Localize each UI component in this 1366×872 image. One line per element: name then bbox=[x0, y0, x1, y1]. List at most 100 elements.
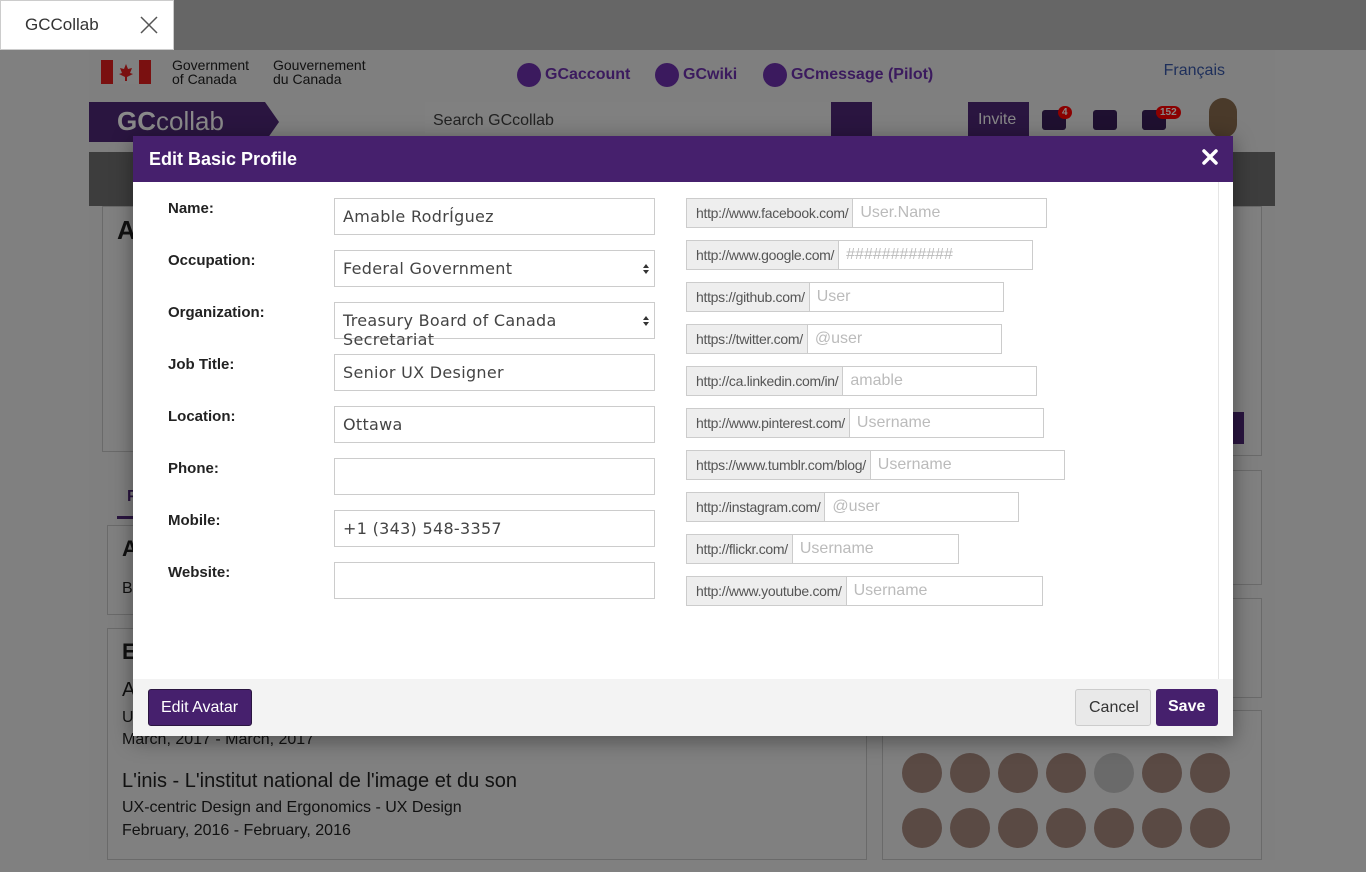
social-url-prefix: http://www.pinterest.com/ bbox=[686, 408, 849, 438]
social-link-row: http://ca.linkedin.com/in/amable bbox=[686, 366, 1038, 396]
field-value: +1 (343) 548-3357 bbox=[343, 519, 502, 538]
colleagues-icon[interactable]: 4 bbox=[1042, 106, 1072, 130]
text-input[interactable]: Ottawa bbox=[334, 406, 655, 443]
education-title: L'inis - L'institut national de l'image … bbox=[122, 770, 518, 792]
tool-gcmessage[interactable]: GCmessage (Pilot) bbox=[763, 63, 933, 87]
colleague-avatar[interactable] bbox=[950, 753, 990, 793]
social-handle-input[interactable]: User bbox=[808, 282, 1004, 312]
colleague-avatar[interactable] bbox=[902, 808, 942, 848]
modal-title: Edit Basic Profile bbox=[149, 149, 298, 169]
social-link-row: http://www.youtube.com/Username bbox=[686, 576, 1043, 606]
mail-icon[interactable] bbox=[1093, 110, 1117, 130]
social-handle-input[interactable]: User.Name bbox=[852, 198, 1048, 228]
bell-icon[interactable]: 152 bbox=[1142, 106, 1181, 130]
gcmessage-logo-icon bbox=[763, 63, 787, 87]
gov-name-en: Government of Canada bbox=[172, 57, 250, 87]
colleague-avatar[interactable] bbox=[1142, 808, 1182, 848]
field-label: Name: bbox=[168, 200, 214, 217]
colleague-avatar[interactable] bbox=[950, 808, 990, 848]
save-button[interactable]: Save bbox=[1156, 689, 1218, 726]
social-link-row: http://flickr.com/Username bbox=[686, 534, 959, 564]
social-handle-input[interactable]: Username bbox=[791, 534, 959, 564]
gcwiki-logo-icon bbox=[655, 63, 679, 87]
social-url-prefix: https://twitter.com/ bbox=[686, 324, 807, 354]
invite-button[interactable]: Invite bbox=[968, 102, 1029, 137]
modal-footer: Edit Avatar Cancel Save bbox=[133, 679, 1233, 736]
colleague-avatar[interactable] bbox=[998, 808, 1038, 848]
colleague-avatar[interactable] bbox=[1142, 753, 1182, 793]
browser-tab-bar: GCCollab bbox=[0, 0, 1366, 50]
social-link-row: http://instagram.com/@user bbox=[686, 492, 1020, 522]
social-url-prefix: http://www.google.com/ bbox=[686, 240, 839, 270]
social-handle-input[interactable]: @user bbox=[824, 492, 1020, 522]
tool-gcaccount[interactable]: GCaccount bbox=[517, 63, 630, 87]
select-arrows-icon bbox=[643, 264, 649, 274]
browser-tab[interactable]: GCCollab bbox=[0, 0, 174, 50]
field-value: Treasury Board of Canada Secretariat bbox=[343, 311, 557, 349]
field-value: Ottawa bbox=[343, 415, 403, 434]
social-handle-input[interactable]: amable bbox=[842, 366, 1038, 396]
social-url-prefix: http://instagram.com/ bbox=[686, 492, 825, 522]
select-arrows-icon bbox=[643, 316, 649, 326]
colleague-badge: 4 bbox=[1058, 106, 1072, 119]
edit-profile-modal: Edit Basic Profile Name: Amable RodrÍguez… bbox=[133, 136, 1233, 736]
colleague-avatar[interactable] bbox=[1094, 753, 1134, 793]
social-url-prefix: https://github.com/ bbox=[686, 282, 809, 312]
notification-badge: 152 bbox=[1156, 106, 1181, 119]
social-handle-input[interactable]: @user bbox=[806, 324, 1002, 354]
tool-gcwiki[interactable]: GCwiki bbox=[655, 63, 737, 87]
text-input[interactable] bbox=[334, 562, 655, 599]
social-link-row: https://twitter.com/@user bbox=[686, 324, 1002, 354]
field-label: Mobile: bbox=[168, 512, 221, 529]
education-dates: February, 2016 - February, 2016 bbox=[122, 822, 351, 839]
user-avatar[interactable] bbox=[1209, 98, 1237, 138]
social-handle-input[interactable]: Username bbox=[845, 576, 1043, 606]
text-input[interactable]: Amable RodrÍguez bbox=[334, 198, 655, 235]
close-icon[interactable] bbox=[139, 15, 159, 35]
search-button[interactable] bbox=[831, 102, 872, 138]
cancel-button[interactable]: Cancel bbox=[1075, 689, 1151, 726]
text-input[interactable] bbox=[334, 458, 655, 495]
social-url-prefix: http://ca.linkedin.com/in/ bbox=[686, 366, 843, 396]
language-toggle[interactable]: Français bbox=[1164, 62, 1225, 80]
colleague-avatar[interactable] bbox=[1046, 808, 1086, 848]
social-link-row: http://www.google.com/############ bbox=[686, 240, 1034, 270]
field-label: Occupation: bbox=[168, 252, 256, 269]
gov-name-fr: Gouvernement du Canada bbox=[273, 57, 366, 87]
social-handle-input[interactable]: Username bbox=[848, 408, 1044, 438]
colleague-avatar[interactable] bbox=[998, 753, 1038, 793]
canada-flag-icon bbox=[101, 60, 151, 84]
browser-tab-title: GCCollab bbox=[25, 15, 99, 34]
field-label: Job Title: bbox=[168, 356, 235, 373]
colleague-avatar[interactable] bbox=[1190, 753, 1230, 793]
colleague-avatar[interactable] bbox=[1094, 808, 1134, 848]
field-label: Website: bbox=[168, 564, 231, 581]
field-value: Federal Government bbox=[343, 259, 513, 278]
select-field[interactable]: Federal Government bbox=[334, 250, 655, 287]
field-label: Location: bbox=[168, 408, 236, 425]
modal-body: Name: Amable RodrÍguez Occupation: Federal … bbox=[133, 182, 1219, 679]
text-input[interactable]: +1 (343) 548-3357 bbox=[334, 510, 655, 547]
social-handle-input[interactable]: ############ bbox=[838, 240, 1034, 270]
field-label: Organization: bbox=[168, 304, 265, 321]
colleague-avatar[interactable] bbox=[1190, 808, 1230, 848]
social-link-row: https://www.tumblr.com/blog/Username bbox=[686, 450, 1065, 480]
modal-header: Edit Basic Profile bbox=[133, 136, 1233, 182]
select-field[interactable]: Treasury Board of Canada Secretariat bbox=[334, 302, 655, 349]
social-handle-input[interactable]: Username bbox=[869, 450, 1065, 480]
colleague-avatar[interactable] bbox=[902, 753, 942, 793]
social-link-row: https://github.com/User bbox=[686, 282, 1004, 312]
field-value: Amable RodrÍguez bbox=[343, 207, 494, 226]
search-input[interactable]: Search GCcollab bbox=[425, 102, 831, 138]
colleague-avatar[interactable] bbox=[1046, 753, 1086, 793]
gcaccount-logo-icon bbox=[517, 63, 541, 87]
social-url-prefix: http://www.facebook.com/ bbox=[686, 198, 853, 228]
edit-avatar-button[interactable]: Edit Avatar bbox=[148, 689, 252, 726]
gov-header: Government of Canada Gouvernement du Canad… bbox=[89, 50, 1275, 102]
social-url-prefix: http://www.youtube.com/ bbox=[686, 576, 846, 606]
close-icon[interactable] bbox=[1201, 148, 1219, 166]
social-link-row: http://www.facebook.com/User.Name bbox=[686, 198, 1048, 228]
social-url-prefix: https://www.tumblr.com/blog/ bbox=[686, 450, 870, 480]
field-label: Phone: bbox=[168, 460, 219, 477]
text-input[interactable]: Senior UX Designer bbox=[334, 354, 655, 391]
